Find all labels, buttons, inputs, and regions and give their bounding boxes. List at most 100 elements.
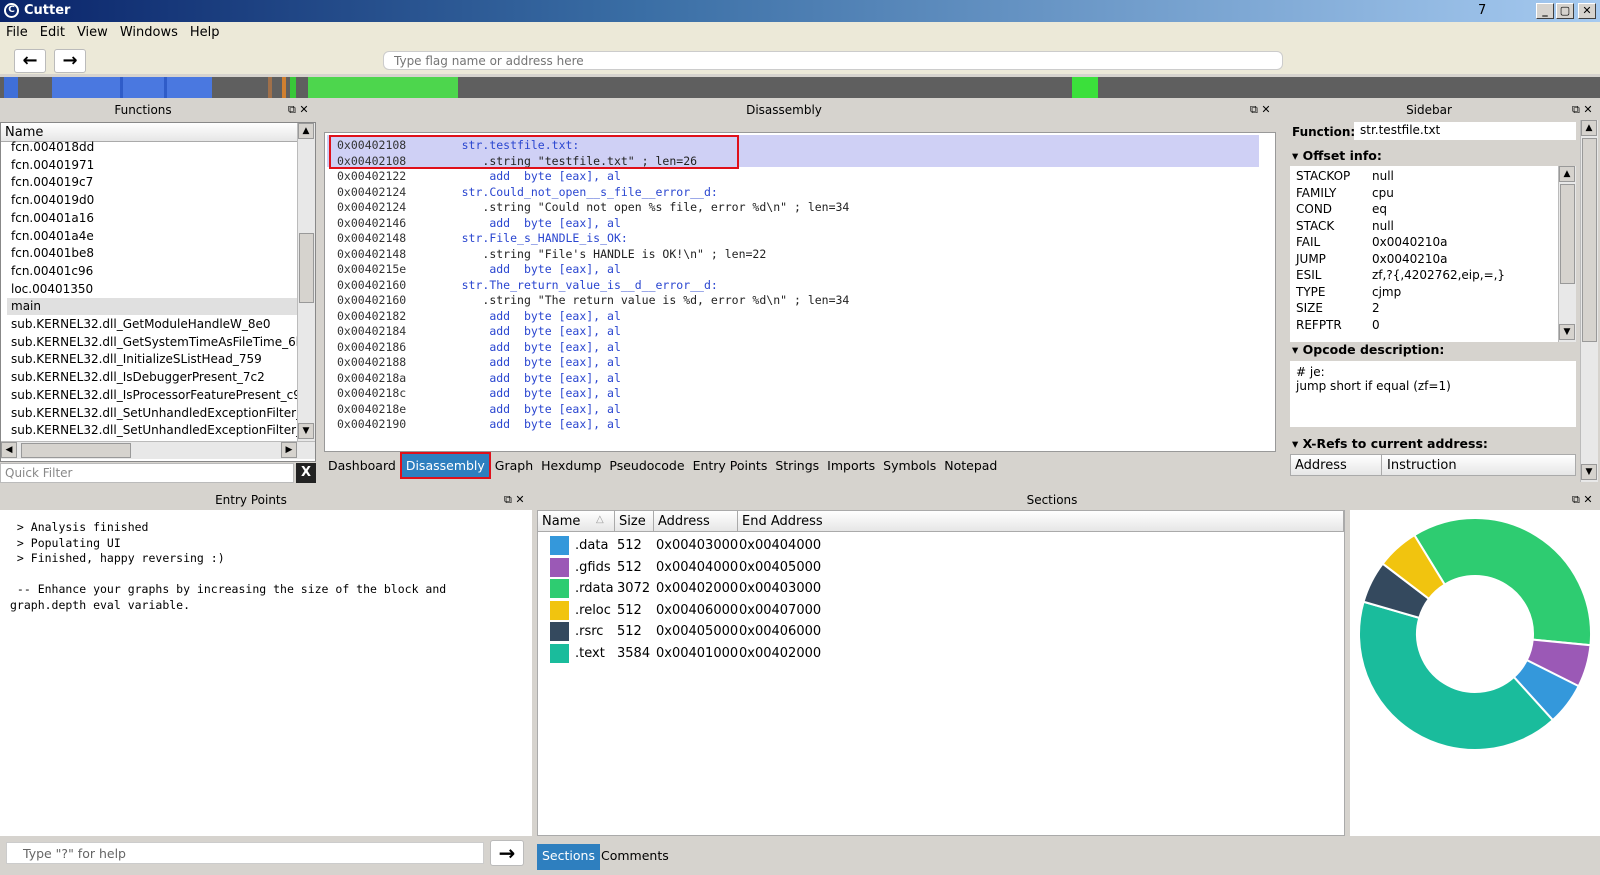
function-item[interactable]: fcn.004019c7 xyxy=(11,174,297,191)
section-addr-cell[interactable]: 0x00401000 xyxy=(656,643,738,664)
disasm-line[interactable]: 0x00402146 add byte [eax], al xyxy=(337,215,621,231)
functions-dock-icons[interactable]: ⧉ ✕ xyxy=(288,101,309,119)
disassembly-view[interactable]: 0x00402108 str.testfile.txt: 0x00402108 .… xyxy=(324,132,1276,452)
disassembly-dock-icons[interactable]: ⧉ ✕ xyxy=(1250,101,1271,119)
binary-overview-bar[interactable] xyxy=(0,77,1600,98)
opcode-description-header[interactable]: ▾ Opcode description: xyxy=(1292,342,1444,357)
function-item[interactable]: fcn.00401be8 xyxy=(11,245,297,262)
function-item[interactable]: fcn.004019d0 xyxy=(11,192,297,209)
sections-col-end-address[interactable]: End Address xyxy=(738,511,1344,532)
disasm-line[interactable]: 0x0040218e add byte [eax], al xyxy=(337,401,621,417)
sidebar-dock-icons[interactable]: ⧉ ✕ xyxy=(1572,101,1593,119)
section-size-cell[interactable]: 3584 xyxy=(617,643,650,664)
section-addr-cell[interactable]: 0x00404000 xyxy=(656,557,738,578)
function-value-field[interactable]: str.testfile.txt xyxy=(1354,122,1576,140)
disasm-line[interactable]: 0x00402160 .string "The return value is … xyxy=(337,292,849,308)
section-name-cell[interactable]: .rdata xyxy=(575,578,614,599)
section-end-cell[interactable]: 0x00404000 xyxy=(739,535,821,556)
disasm-line[interactable]: 0x0040215e add byte [eax], al xyxy=(337,261,621,277)
offset-info-scrollbar[interactable]: ▲ ▼ xyxy=(1558,166,1576,342)
tab-graph[interactable]: Graph xyxy=(491,454,537,477)
menu-help[interactable]: Help xyxy=(184,22,226,40)
functions-vertical-scrollbar[interactable]: ▲ ▼ xyxy=(297,123,315,441)
sections-dock-icons[interactable]: ⧉ ✕ xyxy=(1572,491,1593,509)
section-size-cell[interactable]: 3072 xyxy=(617,578,650,599)
minimize-button[interactable]: _ xyxy=(1536,3,1554,19)
offset-info-header[interactable]: ▾ Offset info: xyxy=(1292,148,1382,163)
menu-edit[interactable]: Edit xyxy=(34,22,71,40)
section-end-cell[interactable]: 0x00403000 xyxy=(739,578,821,599)
function-item[interactable]: loc.00401350 xyxy=(11,281,297,298)
section-addr-cell[interactable]: 0x00402000 xyxy=(656,578,738,599)
disasm-line[interactable]: 0x00402122 add byte [eax], al xyxy=(337,168,621,184)
function-item[interactable]: main xyxy=(7,298,297,316)
forward-arrow-icon[interactable]: → xyxy=(54,49,86,73)
flag-search-input[interactable] xyxy=(383,51,1283,70)
section-size-cell[interactable]: 512 xyxy=(617,557,642,578)
sections-table[interactable]: Name △ Size Address End Address .data 512 0… xyxy=(537,510,1345,836)
clear-filter-button[interactable]: X xyxy=(296,463,316,483)
section-addr-cell[interactable]: 0x00405000 xyxy=(656,621,738,642)
functions-horizontal-scrollbar[interactable]: ◀ ▶ xyxy=(1,441,315,459)
tab-strings[interactable]: Strings xyxy=(771,454,823,477)
disasm-line[interactable]: 0x00402124 str.Could_not_open__s_file__e… xyxy=(337,184,718,200)
section-end-cell[interactable]: 0x00402000 xyxy=(739,643,821,664)
maximize-button[interactable]: ▢ xyxy=(1556,3,1574,19)
close-window-button[interactable]: ✕ xyxy=(1578,3,1596,19)
section-name-cell[interactable]: .gfids xyxy=(575,557,611,578)
disasm-line[interactable]: 0x00402148 str.File_s_HANDLE_is_OK: xyxy=(337,230,628,246)
section-name-cell[interactable]: .rsrc xyxy=(575,621,603,642)
tab-imports[interactable]: Imports xyxy=(823,454,879,477)
tab-pseudocode[interactable]: Pseudocode xyxy=(605,454,688,477)
function-item[interactable]: sub.KERNEL32.dll_SetUnhandledExceptionFi… xyxy=(11,405,297,422)
tab-symbols[interactable]: Symbols xyxy=(879,454,940,477)
xrefs-col-instruction[interactable]: Instruction xyxy=(1387,458,1457,473)
menu-file[interactable]: File xyxy=(0,22,34,40)
function-item[interactable]: sub.KERNEL32.dll_InitializeSListHead_759 xyxy=(11,351,297,368)
disasm-line[interactable]: 0x0040218c add byte [eax], al xyxy=(337,385,621,401)
tab-notepad[interactable]: Notepad xyxy=(940,454,1001,477)
function-item[interactable]: sub.KERNEL32.dll_SetUnhandledExceptionFi… xyxy=(11,422,297,439)
function-item[interactable]: sub.KERNEL32.dll_GetModuleHandleW_8e0 xyxy=(11,316,297,333)
section-size-cell[interactable]: 512 xyxy=(617,621,642,642)
menu-windows[interactable]: Windows xyxy=(114,22,184,40)
function-item[interactable]: fcn.00401c96 xyxy=(11,263,297,280)
disasm-line[interactable]: 0x00402160 str.The_return_value_is__d__e… xyxy=(337,277,718,293)
section-name-cell[interactable]: .text xyxy=(575,643,605,664)
xrefs-col-address[interactable]: Address xyxy=(1295,458,1347,473)
disasm-line[interactable]: 0x00402182 add byte [eax], al xyxy=(337,308,621,324)
section-size-cell[interactable]: 512 xyxy=(617,600,642,621)
disasm-line[interactable]: 0x00402124 .string "Could not open %s fi… xyxy=(337,199,849,215)
sections-col-size[interactable]: Size xyxy=(615,511,654,532)
console-input[interactable]: Type "?" for help xyxy=(6,842,484,864)
section-end-cell[interactable]: 0x00406000 xyxy=(739,621,821,642)
section-end-cell[interactable]: 0x00405000 xyxy=(739,557,821,578)
section-name-cell[interactable]: .reloc xyxy=(575,600,611,621)
section-size-cell[interactable]: 512 xyxy=(617,535,642,556)
entry-points-dock-icons[interactable]: ⧉ ✕ xyxy=(504,491,525,509)
function-item[interactable]: fcn.00401a16 xyxy=(11,210,297,227)
tab-hexdump[interactable]: Hexdump xyxy=(537,454,605,477)
functions-list[interactable]: Name fcn.004018dd fcn.00401971 fcn.004019c… xyxy=(0,122,316,462)
function-item[interactable]: sub.KERNEL32.dll_IsProcessorFeaturePrese… xyxy=(11,387,297,404)
back-arrow-icon[interactable]: ← xyxy=(14,49,46,73)
function-item[interactable]: fcn.00401971 xyxy=(11,157,297,174)
tab-dashboard[interactable]: Dashboard xyxy=(324,454,400,477)
sidebar-scrollbar[interactable]: ▲ ▼ xyxy=(1580,120,1598,482)
disasm-line[interactable]: 0x0040218a add byte [eax], al xyxy=(337,370,621,386)
tab-sections[interactable]: Sections xyxy=(537,844,600,870)
section-addr-cell[interactable]: 0x00403000 xyxy=(656,535,738,556)
function-item[interactable]: sub.KERNEL32.dll_IsDebuggerPresent_7c2 xyxy=(11,369,297,386)
disasm-line[interactable]: 0x00402188 add byte [eax], al xyxy=(337,354,621,370)
sections-col-name[interactable]: Name △ xyxy=(538,511,615,532)
disasm-line[interactable]: 0x00402190 add byte [eax], al xyxy=(337,416,621,432)
section-end-cell[interactable]: 0x00407000 xyxy=(739,600,821,621)
disasm-line[interactable]: 0x00402148 .string "File's HANDLE is OK!… xyxy=(337,246,766,262)
section-addr-cell[interactable]: 0x00406000 xyxy=(656,600,738,621)
function-item[interactable]: fcn.00401a4e xyxy=(11,228,297,245)
function-item[interactable]: fcn.004018dd xyxy=(11,139,297,156)
tab-comments[interactable]: Comments xyxy=(597,844,673,870)
section-name-cell[interactable]: .data xyxy=(575,535,608,556)
quick-filter-input[interactable]: Quick Filter xyxy=(0,463,294,483)
function-item[interactable]: sub.KERNEL32.dll_GetSystemTimeAsFileTime… xyxy=(11,334,297,351)
